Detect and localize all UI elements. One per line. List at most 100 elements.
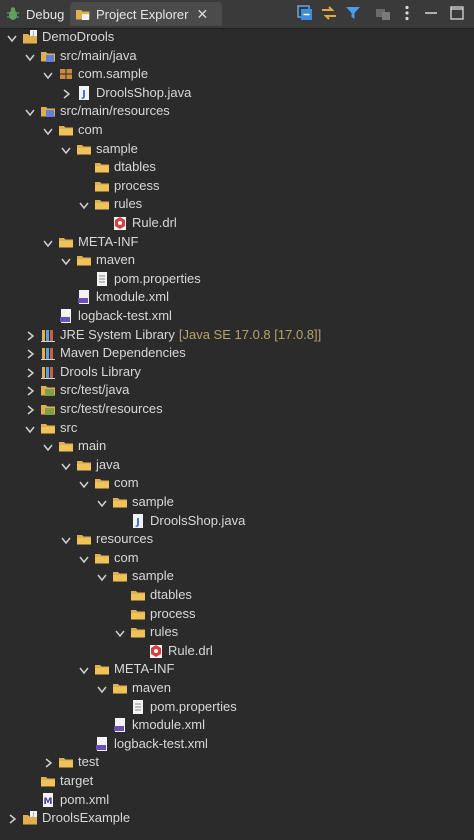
chevron-down-icon[interactable] — [96, 571, 108, 583]
chevron-right-icon[interactable] — [24, 330, 36, 342]
chevron-down-icon[interactable] — [42, 69, 54, 81]
chevron-right-icon[interactable] — [60, 88, 72, 100]
chevron-down-icon[interactable] — [60, 144, 72, 156]
tree-item[interactable]: resources — [0, 530, 474, 549]
chevron-down-icon[interactable] — [24, 423, 36, 435]
chevron-right-icon[interactable] — [24, 404, 36, 416]
folder-icon — [77, 144, 91, 155]
tree-item[interactable]: target — [0, 772, 474, 791]
tree-item[interactable]: logback-test.xml — [0, 307, 474, 326]
filter-icon[interactable] — [344, 4, 362, 22]
tree-item[interactable]: com.sample — [0, 65, 474, 84]
chevron-down-icon[interactable] — [78, 664, 90, 676]
tree-item[interactable]: dtables — [0, 158, 474, 177]
tree-item[interactable]: src/test/resources — [0, 400, 474, 419]
folder-icon — [113, 684, 127, 694]
chevron-down-icon[interactable] — [60, 255, 72, 267]
tree-item[interactable]: Mpom.xml — [0, 791, 474, 810]
chevron-down-icon[interactable] — [96, 683, 108, 695]
tree-item[interactable]: Maven Dependencies — [0, 344, 474, 363]
chevron-right-icon[interactable] — [24, 385, 36, 397]
tree-item[interactable]: process — [0, 177, 474, 196]
tree-item[interactable]: META-INF — [0, 660, 474, 679]
tree-item[interactable]: sample — [0, 493, 474, 512]
tree-item[interactable]: maven — [0, 251, 474, 270]
tree-item[interactable]: maven — [0, 679, 474, 698]
tab-debug-label: Debug — [26, 6, 65, 22]
tree-item[interactable]: rules — [0, 623, 474, 642]
chevron-down-icon[interactable] — [42, 441, 54, 453]
chevron-down-icon[interactable] — [96, 497, 108, 509]
close-icon[interactable]: ✕ — [196, 6, 208, 23]
tree-item[interactable]: src/main/java — [0, 47, 474, 66]
tab-project-explorer[interactable]: Project Explorer ✕ — [70, 2, 222, 26]
tree-item-label: logback-test.xml — [78, 308, 172, 323]
test-source-folder-icon — [41, 405, 55, 415]
tree-item[interactable]: Rule.drl — [0, 214, 474, 233]
minimize-icon[interactable] — [422, 4, 440, 22]
tree-item[interactable]: Rule.drl — [0, 642, 474, 661]
chevron-down-icon[interactable] — [78, 553, 90, 565]
folder-icon — [131, 591, 145, 601]
tree-item[interactable]: J DemoDrools — [0, 28, 474, 47]
chevron-down-icon[interactable] — [78, 478, 90, 490]
folder-icon — [77, 256, 91, 266]
tree-item[interactable]: JRE System Library [Java SE 17.0.8 [17.0.… — [0, 326, 474, 345]
maximize-icon[interactable] — [448, 4, 466, 22]
tree-item[interactable]: com — [0, 474, 474, 493]
chevron-down-icon[interactable] — [78, 199, 90, 211]
tree-item[interactable]: J DroolsExample — [0, 809, 474, 828]
tree-item-label: maven — [96, 252, 136, 268]
tree-item[interactable]: Drools Library — [0, 363, 474, 382]
tree-item[interactable]: src — [0, 419, 474, 438]
tree-item[interactable]: kmodule.xml — [0, 716, 474, 735]
chevron-right-icon[interactable] — [42, 757, 54, 769]
tree-item-label: JRE System Library — [60, 326, 175, 342]
tree-item[interactable]: J DroolsShop.java — [0, 84, 474, 103]
library-icon — [41, 348, 55, 361]
tree-item[interactable]: com — [0, 121, 474, 140]
tree-item[interactable]: main — [0, 437, 474, 456]
source-folder-icon — [41, 107, 55, 118]
tree-item[interactable]: dtables — [0, 586, 474, 605]
chevron-down-icon[interactable] — [60, 460, 72, 472]
tree-item[interactable]: J DroolsShop.java — [0, 512, 474, 531]
view-menu-icon[interactable] — [398, 4, 416, 22]
tree-item[interactable]: META-INF — [0, 233, 474, 252]
chevron-right-icon[interactable] — [6, 813, 18, 825]
tree-item[interactable]: com — [0, 549, 474, 568]
chevron-down-icon[interactable] — [42, 125, 54, 137]
folder-icon — [95, 479, 109, 489]
tree-item[interactable]: test — [0, 753, 474, 772]
chevron-down-icon[interactable] — [114, 627, 126, 639]
chevron-right-icon[interactable] — [24, 367, 36, 379]
focus-icon[interactable] — [374, 4, 392, 22]
tree-item[interactable]: pom.properties — [0, 698, 474, 717]
tree-item-label: pom.xml — [60, 791, 110, 807]
tree-item-label: DemoDrools — [42, 29, 115, 44]
chevron-down-icon[interactable] — [42, 237, 54, 249]
tree-item[interactable]: kmodule.xml — [0, 288, 474, 307]
tree-item[interactable]: rules — [0, 195, 474, 214]
tree-item[interactable]: src/main/resources — [0, 102, 474, 121]
chevron-down-icon[interactable] — [6, 32, 18, 44]
tab-debug[interactable]: Debug — [4, 2, 64, 26]
tree-item-label: maven — [132, 680, 172, 695]
tree-item-label: src/main/java — [60, 47, 137, 63]
tree-item[interactable]: sample — [0, 567, 474, 586]
tree-item-label: dtables — [150, 587, 192, 602]
link-with-editor-icon[interactable] — [320, 4, 338, 22]
tree-item[interactable]: logback-test.xml — [0, 735, 474, 754]
chevron-down-icon[interactable] — [24, 51, 36, 63]
chevron-right-icon[interactable] — [24, 348, 36, 360]
tree-item[interactable]: java — [0, 456, 474, 475]
collapse-all-icon[interactable] — [296, 4, 314, 22]
chevron-down-icon[interactable] — [60, 534, 72, 546]
tree-item[interactable]: sample — [0, 140, 474, 159]
chevron-down-icon[interactable] — [24, 106, 36, 118]
tree-item[interactable]: pom.properties — [0, 270, 474, 289]
tree-item[interactable]: process — [0, 605, 474, 624]
tree-item-label: DroolsShop.java — [96, 84, 192, 100]
tree-item[interactable]: src/test/java — [0, 381, 474, 400]
tree-item-label: rules — [150, 624, 179, 640]
